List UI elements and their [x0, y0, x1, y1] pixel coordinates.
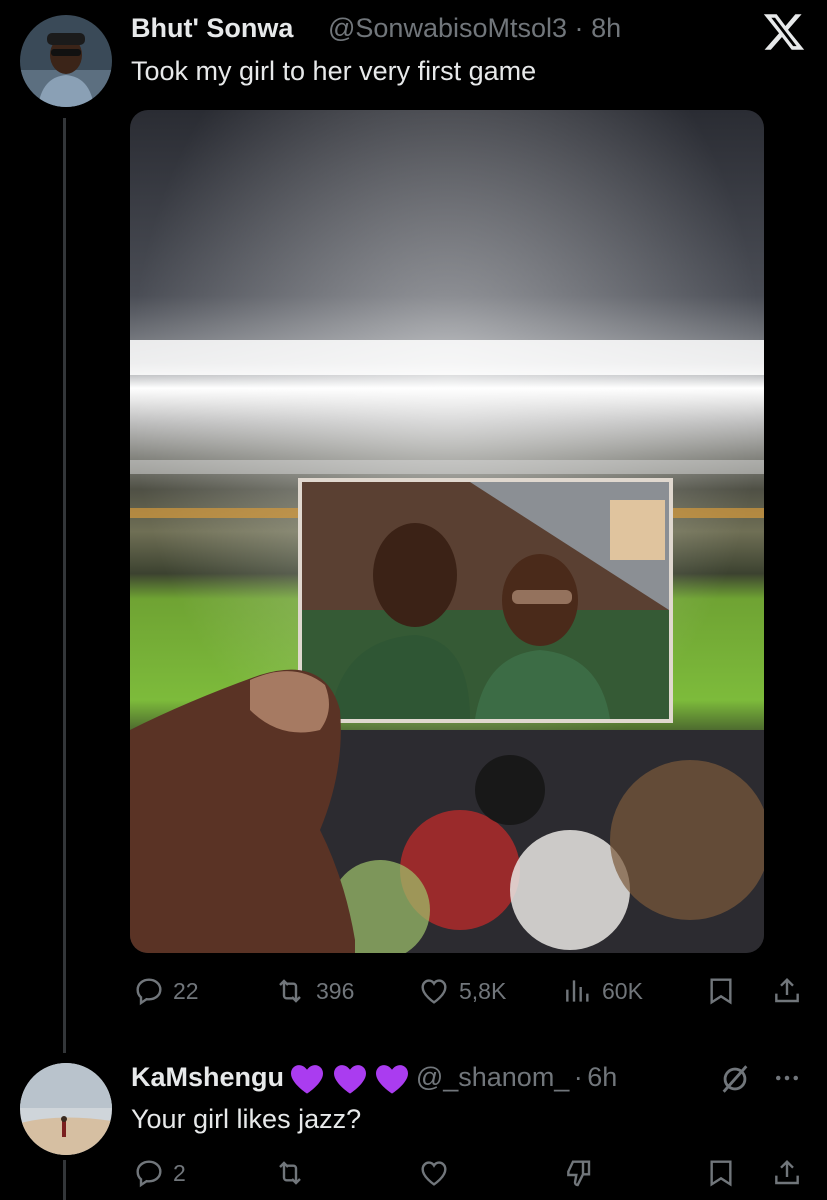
purple-heart-emoji	[331, 1063, 369, 1100]
reply-author-name: KaMshengu	[131, 1062, 285, 1092]
separator-dot: ·	[573, 1062, 583, 1092]
dislike-icon	[567, 1160, 591, 1187]
bookmark-icon	[710, 1160, 732, 1187]
author-handle[interactable]: @SonwabisoMtsol3 · 8h	[328, 13, 621, 44]
like-button[interactable]: 5,8K	[417, 975, 506, 1007]
like-count: 5,8K	[459, 977, 507, 1004]
views-icon	[566, 980, 589, 1002]
reply-repost-button[interactable]	[272, 1157, 308, 1189]
reply-icon	[136, 978, 162, 1006]
heart-icon	[421, 1161, 447, 1186]
author-name[interactable]: Bhut' Sonwa	[131, 13, 293, 44]
thread-connector-lower	[63, 1160, 66, 1200]
repost-button[interactable]: 396	[272, 975, 354, 1007]
post-media-photo[interactable]	[130, 110, 764, 953]
post-text: Took my girl to her very first game	[131, 56, 537, 86]
purple-heart-emoji	[288, 1063, 326, 1100]
reply-count: 22	[173, 977, 199, 1004]
post-time[interactable]: 8h	[591, 13, 621, 43]
more-icon[interactable]	[770, 1063, 804, 1098]
handle-text: @SonwabisoMtsol3	[328, 13, 568, 43]
reply-author-avatar[interactable]	[20, 1063, 112, 1155]
bookmark-icon	[710, 978, 732, 1005]
repost-count: 396	[316, 977, 355, 1004]
purple-heart-emoji	[373, 1063, 411, 1100]
reply-bookmark-button[interactable]	[705, 1157, 737, 1189]
views-count: 60K	[602, 977, 643, 1004]
reply-button[interactable]: 22	[133, 975, 199, 1007]
x-logo-icon[interactable]	[762, 10, 806, 59]
reply-author-handle: @_shanom_	[415, 1062, 570, 1092]
reply-like-button[interactable]	[417, 1157, 451, 1189]
reply-author-row[interactable]: KaMshengu @_shanom_ · 6h	[131, 1062, 617, 1100]
separator-dot: ·	[574, 13, 584, 43]
share-icon	[775, 977, 799, 1003]
share-button[interactable]	[770, 975, 804, 1007]
thread-connector	[63, 118, 66, 1053]
reply-icon	[136, 1160, 162, 1188]
heart-icon	[421, 979, 447, 1004]
reply-reply-count: 2	[173, 1159, 186, 1186]
views-button[interactable]: 60K	[562, 975, 643, 1007]
repost-icon	[279, 1161, 301, 1185]
reply-text: Your girl likes jazz?	[131, 1104, 362, 1134]
reply-reply-button[interactable]: 2	[133, 1157, 186, 1189]
grok-icon[interactable]	[718, 1062, 752, 1101]
reply-share-button[interactable]	[770, 1157, 804, 1189]
bookmark-button[interactable]	[705, 975, 737, 1007]
repost-icon	[279, 979, 301, 1003]
share-icon	[775, 1159, 799, 1185]
reply-dislike-button[interactable]	[562, 1157, 596, 1189]
author-avatar[interactable]	[20, 15, 112, 107]
reply-time[interactable]: 6h	[587, 1062, 617, 1092]
